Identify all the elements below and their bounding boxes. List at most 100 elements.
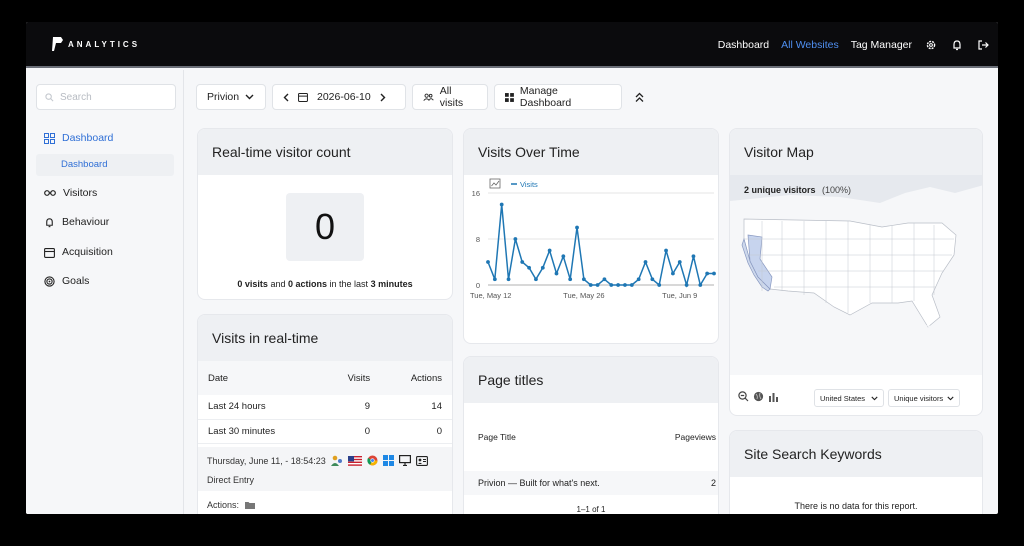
data-point[interactable] [554, 271, 559, 276]
nav-link-all-websites[interactable]: All Websites [781, 39, 839, 51]
data-point[interactable] [664, 248, 668, 253]
sidebar-item-label: Behaviour [62, 216, 110, 228]
data-point[interactable] [568, 277, 573, 282]
data-point[interactable] [595, 283, 600, 287]
widget-title: Real-time visitor count [198, 129, 452, 175]
folder-icon[interactable] [245, 501, 256, 509]
data-point[interactable] [650, 277, 655, 282]
us-map[interactable]: 2 unique visitors (100%) [730, 175, 983, 375]
column-header[interactable]: Visits [320, 361, 380, 395]
widget-title: Site Search Keywords [730, 431, 982, 477]
data-point[interactable] [513, 237, 518, 241]
brand-logo[interactable]: ANALYTICS [52, 36, 140, 52]
data-point[interactable] [671, 271, 675, 276]
sidebar-item-acquisition[interactable]: Acquisition [44, 246, 113, 258]
column-header[interactable]: Pageviews [650, 403, 718, 471]
chart-legend[interactable]: Visits [489, 178, 538, 189]
sidebar-item-behaviour[interactable]: Behaviour [44, 216, 109, 228]
data-point[interactable] [581, 277, 586, 282]
sidebar-subitem-dashboard[interactable]: Dashboard [36, 154, 174, 176]
visits-line-chart[interactable]: 0 8 16 Tue, May 12 Tue, May 26 Tue, Jun 9 Vi… [464, 175, 719, 344]
glasses-icon [44, 190, 56, 196]
globe-icon[interactable] [753, 391, 764, 402]
pageviews-cell: 2 [710, 478, 716, 488]
data-point[interactable] [623, 283, 627, 287]
sidebar-item-goals[interactable]: Goals [44, 275, 89, 287]
visitor-map-widget: Visitor Map 2 unique visitors (100%) Uni… [729, 128, 983, 416]
sidebar-item-dashboard[interactable]: Dashboard [44, 132, 113, 144]
page-titles-widget: Page titles Page Title Pageviews Privion… [463, 356, 719, 514]
row-visits: 0 [364, 425, 371, 437]
segment-selector[interactable]: All visits [412, 84, 488, 110]
map-region-select[interactable]: United States [814, 389, 884, 407]
target-icon [44, 275, 55, 287]
data-point[interactable] [527, 265, 531, 270]
data-point[interactable] [486, 260, 490, 264]
data-point[interactable] [506, 277, 511, 282]
data-point[interactable] [705, 271, 710, 276]
us-flag-icon [347, 455, 362, 466]
zoom-out-icon[interactable] [738, 391, 749, 402]
manage-dashboard-button[interactable]: Manage Dashboard [494, 84, 622, 110]
table-row[interactable]: Privion — Built for what's next. 2 [464, 471, 718, 495]
map-controls [738, 391, 780, 402]
visitor-card-icon[interactable] [415, 455, 428, 466]
table-row: Last 30 minutes 0 0 [198, 419, 452, 443]
visitor-profile-icon[interactable] [330, 455, 343, 466]
data-point[interactable] [616, 283, 621, 287]
collapse-icon[interactable] [635, 92, 644, 103]
data-point[interactable] [520, 260, 525, 264]
row-label: Last 24 hours [208, 401, 266, 413]
top-nav-links: Dashboard All Websites Tag Manager [718, 22, 990, 68]
data-point[interactable] [629, 283, 634, 287]
data-point[interactable] [698, 283, 703, 287]
widget-title: Visits Over Time [464, 129, 718, 175]
row-visits: 9 [364, 401, 371, 413]
visit-detail[interactable]: Thursday, June 11, - 18:54:23 Direct Ent… [198, 447, 452, 514]
bell-icon[interactable] [950, 38, 964, 52]
data-point[interactable] [492, 277, 497, 282]
sidebar-item-label: Acquisition [62, 246, 113, 258]
data-point[interactable] [540, 265, 545, 270]
data-point[interactable] [684, 283, 689, 287]
data-point[interactable] [534, 277, 538, 282]
map-metric-select[interactable]: Unique visitors [888, 389, 960, 407]
column-header[interactable]: Date [198, 361, 320, 395]
data-point[interactable] [691, 254, 696, 259]
data-point[interactable] [677, 260, 682, 264]
search-placeholder: Search [60, 91, 92, 103]
data-point[interactable] [657, 283, 662, 287]
chevron-right-icon[interactable] [380, 93, 386, 102]
sidebar-item-label: Goals [62, 275, 90, 287]
data-point[interactable] [499, 202, 504, 207]
x-tick-label: Tue, Jun 9 [662, 291, 697, 300]
search-input[interactable]: Search [36, 84, 176, 110]
map-stats-icon[interactable] [768, 391, 780, 402]
gear-icon[interactable] [924, 38, 938, 52]
date-picker[interactable]: 2026-06-10 [272, 84, 406, 110]
table-header-row: Date Visits Actions [198, 361, 452, 395]
data-point[interactable] [547, 248, 552, 253]
nav-link-tag-manager[interactable]: Tag Manager [851, 39, 912, 51]
data-point[interactable] [712, 271, 716, 276]
nav-link-dashboard[interactable]: Dashboard [718, 39, 769, 51]
data-point[interactable] [561, 254, 566, 259]
data-point[interactable] [602, 277, 607, 282]
data-point[interactable] [643, 260, 648, 264]
sidebar: Search Dashboard Dashboard Visitors Beha… [26, 70, 184, 514]
chevron-left-icon[interactable] [283, 93, 289, 102]
page-title-cell[interactable]: Privion — Built for what's next. [464, 471, 650, 495]
data-point[interactable] [609, 283, 614, 287]
visit-actions-area: Actions: [198, 491, 452, 514]
sidebar-item-visitors[interactable]: Visitors [44, 187, 97, 199]
visits-over-time-widget: Visits Over Time 0 8 16 Tue, May 12 Tue, Ma… [463, 128, 719, 344]
logout-icon[interactable] [976, 38, 990, 52]
data-point[interactable] [588, 283, 593, 287]
site-selector[interactable]: Privion [196, 84, 266, 110]
data-point[interactable] [636, 277, 641, 282]
data-point[interactable] [575, 225, 579, 230]
column-header[interactable]: Page Title [464, 403, 650, 471]
referrer: Direct Entry [207, 475, 255, 485]
bell-icon [46, 217, 53, 227]
column-header[interactable]: Actions [380, 361, 452, 395]
